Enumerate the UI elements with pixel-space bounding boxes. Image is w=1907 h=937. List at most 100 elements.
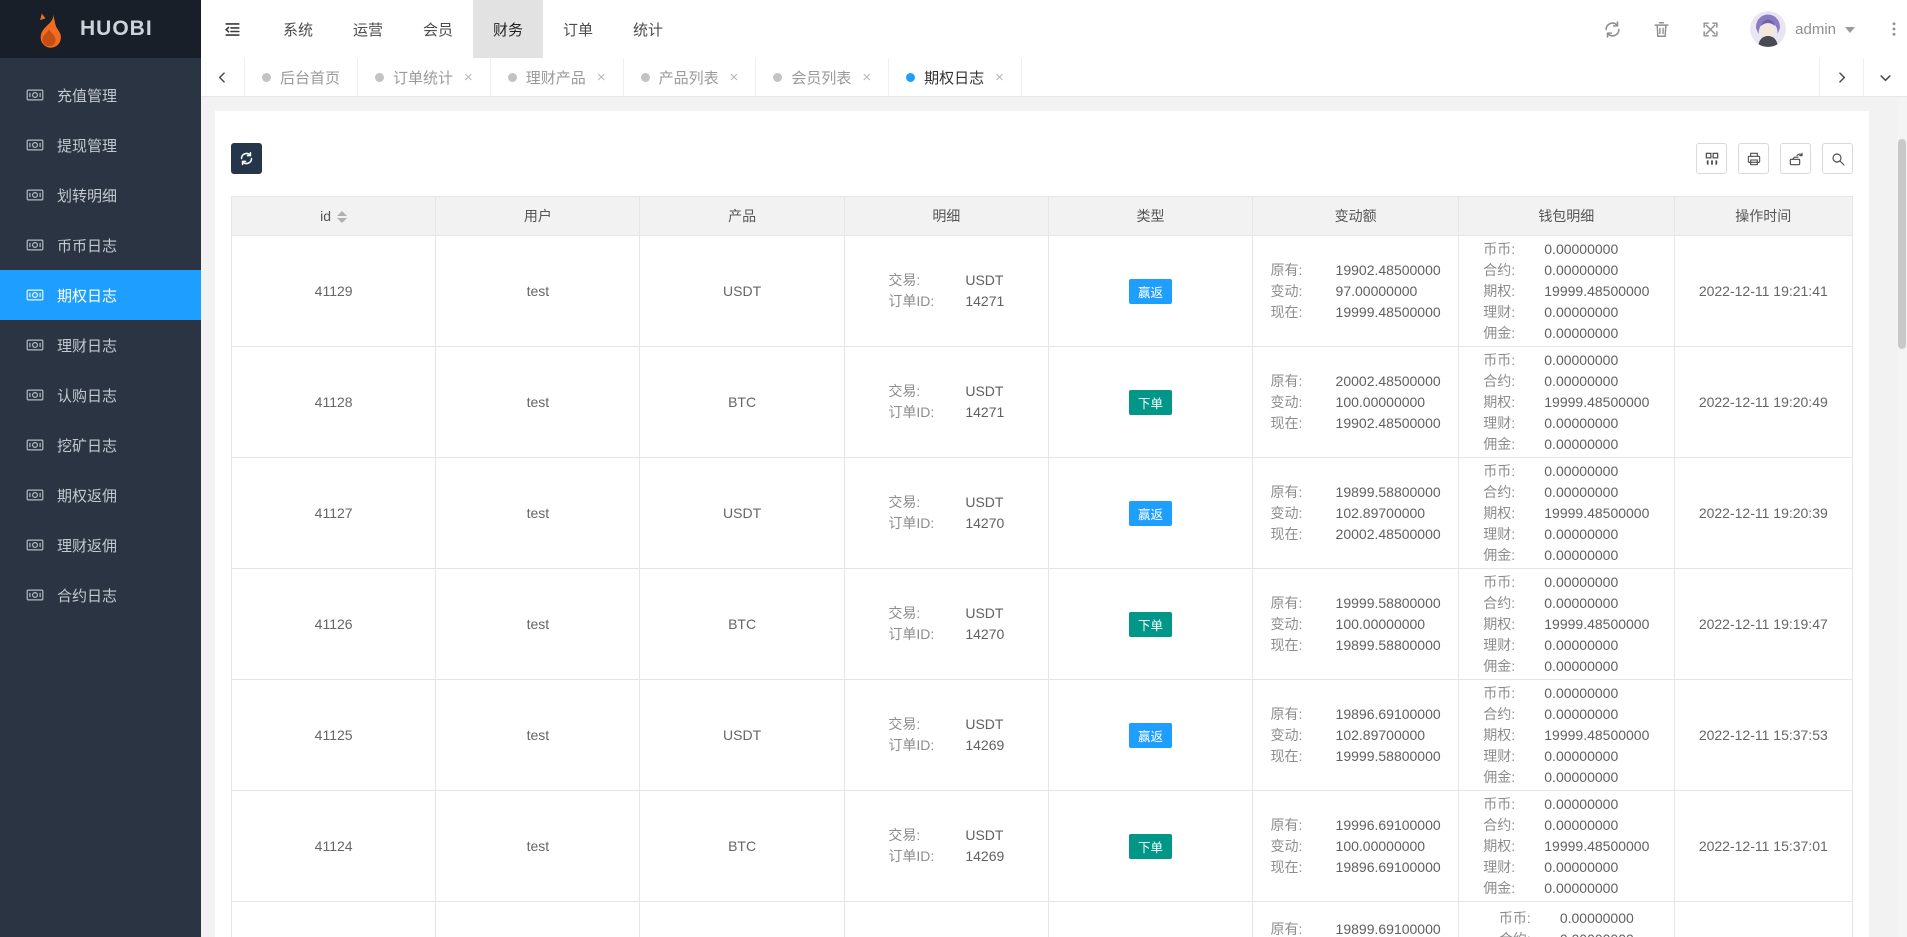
cell-detail (844, 902, 1048, 937)
kv-row: 佣金:0.00000000 (1483, 323, 1649, 344)
export-button[interactable] (1780, 143, 1811, 174)
cell-product: USDT (640, 680, 844, 791)
wallet-block: 币币:0.00000000合约:0.00000000期权:19999.48500… (1483, 239, 1649, 344)
sidebar-item-withdraw[interactable]: 提现管理 (0, 120, 201, 170)
columns-button[interactable] (1696, 143, 1727, 174)
column-label: 钱包明细 (1538, 208, 1594, 224)
top-nav-item-stats[interactable]: 统计 (613, 0, 683, 58)
top-nav-item-member[interactable]: 会员 (403, 0, 473, 58)
sidebar-item-mining-log[interactable]: 挖矿日志 (0, 420, 201, 470)
tab-label: 订单统计 (393, 67, 453, 88)
kv-row: 佣金:0.00000000 (1483, 434, 1649, 455)
kv-value: 14271 (965, 291, 1004, 312)
tab-bar: 后台首页订单统计×理财产品×产品列表×会员列表×期权日志× (201, 58, 1907, 97)
type-badge: 赢返 (1129, 279, 1172, 304)
kv-value: 19999.58800000 (1336, 593, 1441, 614)
columns-icon (1704, 151, 1720, 167)
clear-cache-button[interactable] (1652, 20, 1671, 39)
kv-label: 币币: (1483, 794, 1531, 815)
cell-time: 2022-12-11 19:19:47 (1674, 569, 1852, 680)
kv-value: 102.89700000 (1336, 503, 1426, 524)
collapse-sidebar-button[interactable] (201, 0, 263, 58)
printer-icon (1746, 151, 1762, 167)
change-block: 原有:19996.69100000变动:100.00000000现在:19896… (1271, 815, 1441, 878)
cell-change: 原有:19999.58800000变动:100.00000000现在:19899… (1253, 569, 1459, 680)
outdent-icon (223, 20, 242, 39)
sidebar-item-transfer[interactable]: 划转明细 (0, 170, 201, 220)
cell-product (640, 902, 844, 937)
wallet-block: 币币:0.00000000合约:0.00000000期权:19999.48500… (1483, 572, 1649, 677)
tabs-scroll-right-button[interactable] (1819, 58, 1863, 96)
kv-value: 0.00000000 (1544, 413, 1618, 434)
tab-finance-product[interactable]: 理财产品 × (491, 58, 624, 96)
close-icon[interactable]: × (862, 70, 871, 85)
kv-row: 变动:102.89700000 (1271, 725, 1441, 746)
tabs-scroll-left-button[interactable] (201, 58, 245, 96)
print-button[interactable] (1738, 143, 1769, 174)
sidebar-item-subscribe-log[interactable]: 认购日志 (0, 370, 201, 420)
admin-dropdown[interactable]: admin (1750, 11, 1855, 47)
tabs-menu-button[interactable] (1863, 58, 1907, 96)
refresh-page-button[interactable] (1603, 20, 1622, 39)
tab-member-list[interactable]: 会员列表× (756, 58, 889, 96)
scrollbar[interactable] (1897, 97, 1907, 937)
type-badge: 下单 (1129, 834, 1172, 859)
sidebar-item-option-rebate[interactable]: 期权返佣 (0, 470, 201, 520)
close-icon[interactable]: × (995, 70, 1004, 85)
top-nav-item-order[interactable]: 订单 (543, 0, 613, 58)
close-icon[interactable]: × (597, 70, 606, 85)
detail-block: 交易:USDT订单ID:14269 (888, 825, 1004, 867)
top-nav-item-operation[interactable]: 运营 (333, 0, 403, 58)
close-icon[interactable]: × (730, 70, 739, 85)
tab-home[interactable]: 后台首页 (245, 58, 358, 96)
tab-label: 理财产品 (526, 67, 586, 88)
kv-row: 佣金:0.00000000 (1483, 656, 1649, 677)
kv-value: USDT (965, 270, 1003, 291)
kv-label: 订单ID: (888, 846, 952, 867)
cell-user: test (436, 458, 640, 569)
kv-value: 0.00000000 (1544, 524, 1618, 545)
sidebar-item-finance-rebate[interactable]: 理财返佣 (0, 520, 201, 570)
cell-product: USDT (640, 236, 844, 347)
fullscreen-button[interactable] (1701, 20, 1720, 39)
kv-value: 19896.69100000 (1336, 704, 1441, 725)
sidebar-item-contract-log[interactable]: 合约日志 (0, 570, 201, 620)
sort-icon[interactable] (337, 211, 347, 223)
kv-row: 订单ID:14271 (888, 402, 1004, 423)
top-nav-item-finance[interactable]: 财务 (473, 0, 543, 58)
table-row: 41127testUSDT交易:USDT订单ID:14270赢返原有:19899… (232, 458, 1853, 569)
kv-row: 合约:0.00000000 (1483, 371, 1649, 392)
kv-value: 14270 (965, 513, 1004, 534)
column-label: 类型 (1137, 208, 1165, 224)
kv-row: 交易:USDT (888, 714, 1004, 735)
search-button[interactable] (1822, 143, 1853, 174)
banknote-icon (26, 536, 44, 554)
tab-order-stats[interactable]: 订单统计 × (358, 58, 491, 96)
sidebar-item-finance-log[interactable]: 理财日志 (0, 320, 201, 370)
kv-label: 合约: (1483, 482, 1531, 503)
tab-option-log[interactable]: 期权日志× (889, 58, 1022, 96)
refresh-table-button[interactable] (231, 143, 262, 174)
more-menu-button[interactable] (1885, 20, 1903, 38)
brand-logo[interactable]: HUOBI (0, 0, 201, 58)
kv-value: 19999.58800000 (1336, 746, 1441, 767)
kv-row: 合约:0.00000000 (1483, 482, 1649, 503)
column-header-7: 操作时间 (1674, 197, 1852, 236)
kv-label: 现在: (1271, 413, 1323, 434)
sidebar-item-spot-log[interactable]: 币币日志 (0, 220, 201, 270)
close-icon[interactable]: × (464, 70, 473, 85)
scrollbar-thumb[interactable] (1898, 139, 1906, 349)
banknote-icon (26, 586, 44, 604)
sidebar-item-recharge[interactable]: 充值管理 (0, 70, 201, 120)
kv-row: 现在:19902.48500000 (1271, 413, 1441, 434)
change-block: 原有:19999.58800000变动:100.00000000现在:19899… (1271, 593, 1441, 656)
tab-product-list[interactable]: 产品列表× (624, 58, 757, 96)
kv-row: 原有:19999.58800000 (1271, 593, 1441, 614)
kv-value: USDT (965, 714, 1003, 735)
column-header-2: 产品 (640, 197, 844, 236)
kv-value: 0.00000000 (1544, 350, 1618, 371)
sidebar-item-option-log[interactable]: 期权日志 (0, 270, 201, 320)
kv-value: 0.00000000 (1544, 857, 1618, 878)
sidebar: HUOBI 充值管理提现管理划转明细币币日志期权日志理财日志认购日志挖矿日志期权… (0, 0, 201, 937)
top-nav-item-system[interactable]: 系统 (263, 0, 333, 58)
